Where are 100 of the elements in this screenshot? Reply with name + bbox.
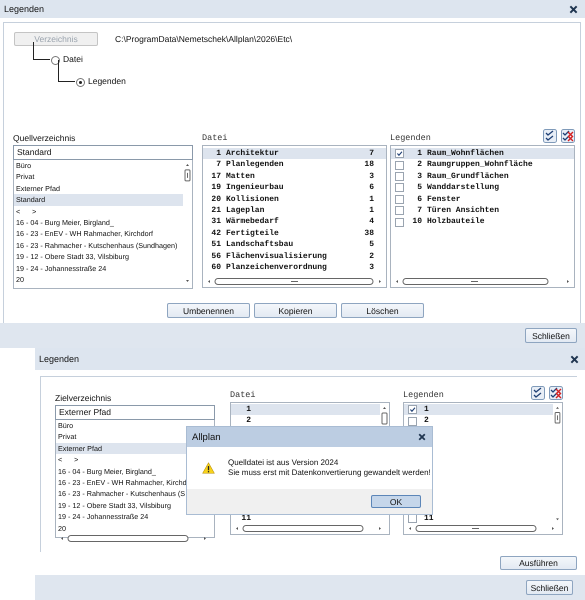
checkbox[interactable] xyxy=(395,194,404,204)
legend-row[interactable]: 2 Raumgruppen_Wohnfläche xyxy=(391,159,574,171)
file-name: Matten xyxy=(226,170,256,182)
file-row[interactable]: 42 Fertigteile 38 xyxy=(203,228,386,240)
file-name: Architektur xyxy=(226,148,280,160)
file-row[interactable]: 21 Lageplan 1 xyxy=(203,204,386,216)
legend-name: Türen Ansichten xyxy=(427,204,500,216)
legend-row[interactable]: 6 Fenster xyxy=(391,194,574,205)
file-name: Kollisionen xyxy=(226,194,280,205)
checkbox[interactable] xyxy=(395,149,404,158)
file-count: 2 xyxy=(369,250,374,262)
checkbox[interactable] xyxy=(395,160,404,170)
legend-name: Fenster xyxy=(427,194,462,205)
file-count: 1 xyxy=(369,204,374,216)
radio-label[interactable]: Legenden xyxy=(88,76,126,86)
file-number: 7 xyxy=(215,159,221,171)
window-title: Legenden xyxy=(39,354,80,364)
check-all-icon[interactable] xyxy=(531,386,545,400)
file-name: Fertigteile xyxy=(226,228,280,240)
file-count: 6 xyxy=(369,182,374,194)
legend-name: Raum_Grundflächen xyxy=(427,170,510,182)
radio-label[interactable]: Datei xyxy=(63,54,83,64)
file-number: 60 xyxy=(210,262,221,274)
file-number: 19 xyxy=(210,182,221,194)
checkbox[interactable] xyxy=(408,416,417,426)
file-count: 7 xyxy=(369,148,374,160)
file-number: 21 xyxy=(210,204,221,216)
file-name: Planzeichenverordnung xyxy=(226,262,328,274)
file-row[interactable]: 1 Architektur 7 xyxy=(203,148,386,160)
file-row[interactable]: 1 xyxy=(231,404,380,416)
uncheck-all-icon[interactable] xyxy=(549,386,563,400)
close-button[interactable]: Schließen xyxy=(526,580,573,595)
close-icon[interactable] xyxy=(418,433,426,441)
checkbox[interactable] xyxy=(395,183,404,192)
file-count: 4 xyxy=(369,216,374,228)
legend-row[interactable]: 3 Raum_Grundflächen xyxy=(391,170,574,182)
file-row[interactable]: 2 xyxy=(231,415,380,427)
legend-row[interactable]: 1 xyxy=(404,404,553,416)
file-number: 31 xyxy=(210,216,221,228)
close-icon[interactable] xyxy=(569,4,578,14)
column-label: Datei xyxy=(202,133,228,145)
file-row[interactable]: 19 Ingenieurbau 6 xyxy=(203,182,386,194)
file-count: 5 xyxy=(369,239,374,251)
tree-connector xyxy=(33,42,50,60)
legend-name: Wanddarstellung xyxy=(427,182,500,194)
file-count: 3 xyxy=(369,170,374,182)
legend-number: 2 xyxy=(424,415,429,427)
legend-row[interactable]: 7 Türen Ansichten xyxy=(391,204,574,216)
file-number: 2 xyxy=(245,415,251,427)
file-row[interactable]: 31 Wärmebedarf 4 xyxy=(203,216,386,228)
column-label: Zielverzeichnis xyxy=(55,393,112,405)
file-count: 18 xyxy=(364,159,374,171)
file-number: 1 xyxy=(215,148,221,160)
file-row[interactable]: 7 Planlegenden 18 xyxy=(203,159,386,171)
ok-button[interactable]: OK xyxy=(371,495,421,508)
directory-combo[interactable]: Standard xyxy=(13,145,193,160)
file-count: 38 xyxy=(364,228,374,240)
checkbox[interactable] xyxy=(395,172,404,181)
message-text: Sie muss erst mit Datenkonvertierung gewandelt werden! xyxy=(228,468,431,478)
execute-button[interactable]: Ausführen xyxy=(500,556,577,570)
legend-row[interactable]: 2 xyxy=(404,415,553,427)
radio-button[interactable] xyxy=(76,78,85,87)
legend-row[interactable]: 10 Holzbauteile xyxy=(391,216,574,228)
file-name: Wärmebedarf xyxy=(226,216,280,228)
file-row[interactable]: 56 Flächenvisualisierung 2 xyxy=(203,250,386,262)
file-number: 20 xyxy=(210,194,221,205)
legend-row[interactable]: 5 Wanddarstellung xyxy=(391,182,574,194)
check-all-icon[interactable] xyxy=(543,129,557,143)
checkbox[interactable] xyxy=(408,405,417,414)
checkbox[interactable] xyxy=(395,206,404,216)
window-title: Legenden xyxy=(4,4,44,14)
legend-name: Raum_Wohnflächen xyxy=(427,148,505,160)
file-number: 17 xyxy=(210,170,221,182)
legend-number: 3 xyxy=(416,170,422,182)
legend-number: 6 xyxy=(416,194,422,205)
close-icon[interactable] xyxy=(570,354,579,364)
action-button[interactable]: Kopieren xyxy=(254,303,337,318)
file-row[interactable]: 17 Matten 3 xyxy=(203,170,386,182)
radio-button[interactable] xyxy=(51,56,60,65)
close-button[interactable]: Schließen xyxy=(525,328,577,343)
action-button[interactable]: Löschen xyxy=(341,303,424,318)
file-count: 3 xyxy=(369,262,374,274)
file-row[interactable]: 11 xyxy=(231,512,380,524)
legend-number: 11 xyxy=(424,512,434,524)
file-number: 42 xyxy=(210,228,221,240)
column-label: Quellverzeichnis xyxy=(13,133,76,145)
uncheck-all-icon[interactable] xyxy=(561,129,575,143)
checkbox[interactable] xyxy=(395,218,404,227)
file-name: Lageplan xyxy=(226,204,266,216)
legend-number: 10 xyxy=(411,216,422,228)
file-name: Landschaftsbau xyxy=(226,239,294,251)
legend-row[interactable]: 1 Raum_Wohnflächen xyxy=(391,148,574,160)
file-row[interactable]: 51 Landschaftsbau 5 xyxy=(203,239,386,251)
directory-combo[interactable]: Externer Pfad xyxy=(55,405,215,420)
action-button[interactable]: Umbenennen xyxy=(167,303,250,318)
legend-number: 7 xyxy=(416,204,422,216)
file-row[interactable]: 20 Kollisionen 1 xyxy=(203,194,386,205)
dialog-title: Allplan xyxy=(192,432,221,442)
column-label: Datei xyxy=(230,390,256,402)
file-row[interactable]: 60 Planzeichenverordnung 3 xyxy=(203,262,386,274)
